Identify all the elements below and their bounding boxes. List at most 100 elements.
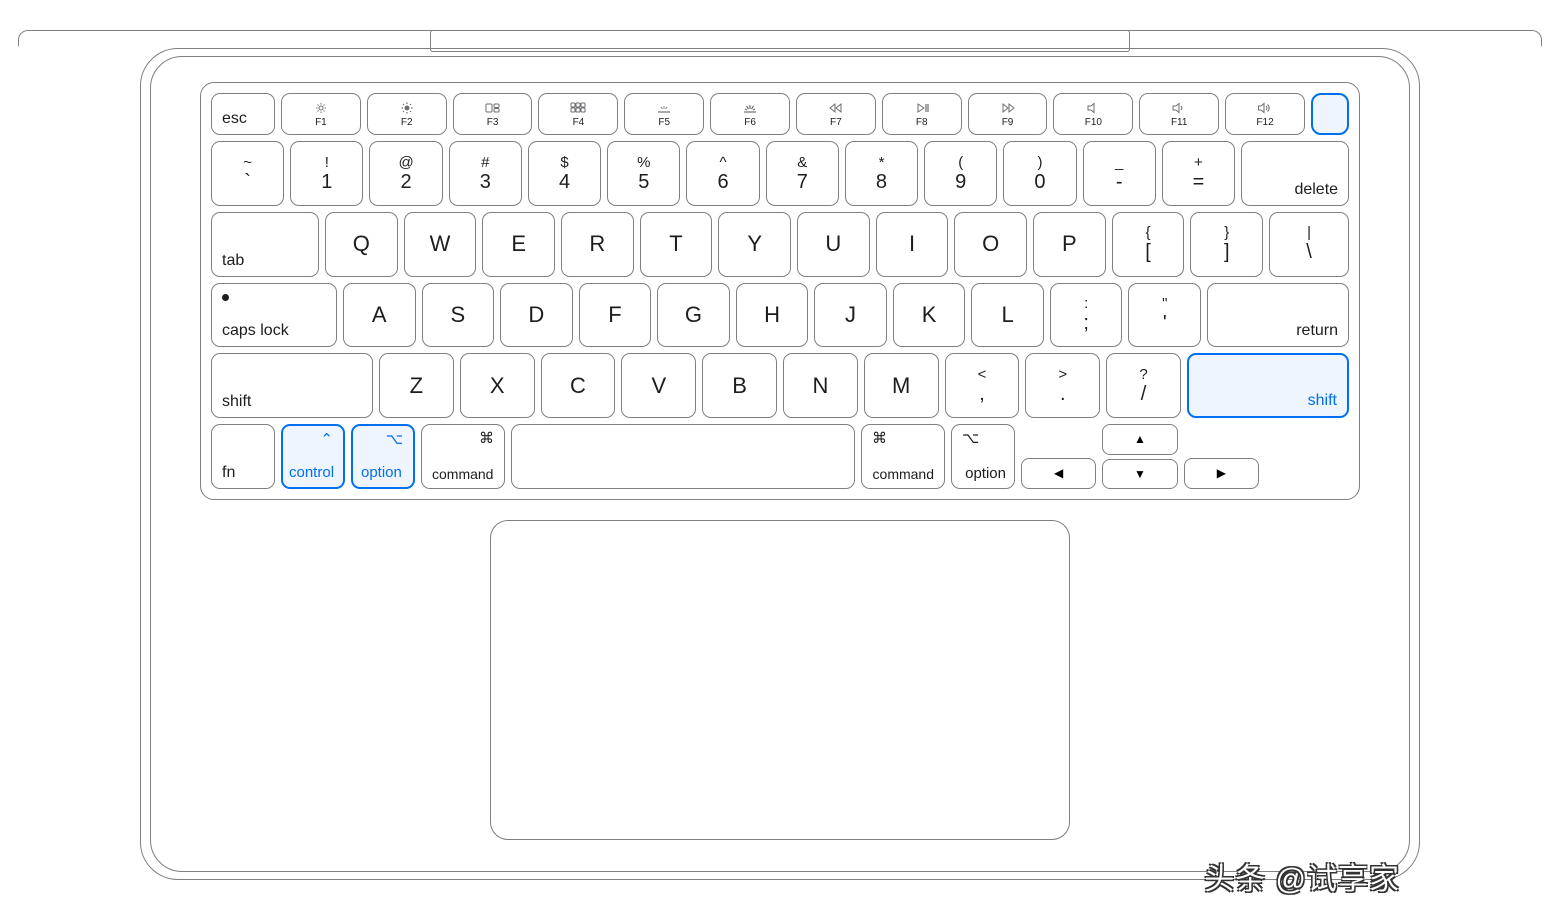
n-key[interactable]: N xyxy=(783,353,858,418)
brightness-up-icon xyxy=(399,101,415,115)
2-key[interactable]: @2 xyxy=(369,141,442,206)
w-key[interactable]: W xyxy=(404,212,477,277)
equals-key[interactable]: += xyxy=(1162,141,1235,206)
d-key[interactable]: D xyxy=(500,283,573,348)
keyboard-dim-icon xyxy=(656,101,672,115)
v-key[interactable]: V xyxy=(621,353,696,418)
fn-key[interactable]: fn xyxy=(211,424,275,489)
tab-key[interactable]: tab xyxy=(211,212,319,277)
option-icon: ⌥ xyxy=(386,430,403,448)
touchid-key[interactable] xyxy=(1311,93,1349,135)
return-key[interactable]: return xyxy=(1207,283,1349,348)
h-key[interactable]: H xyxy=(736,283,809,348)
s-key[interactable]: S xyxy=(422,283,495,348)
right-shift-key[interactable]: shift xyxy=(1187,353,1349,418)
5-key[interactable]: %5 xyxy=(607,141,680,206)
mission-control-icon xyxy=(485,101,501,115)
f10-key[interactable]: F10 xyxy=(1053,93,1133,135)
o-key[interactable]: O xyxy=(954,212,1027,277)
f4-key[interactable]: F4 xyxy=(538,93,618,135)
4-key[interactable]: $4 xyxy=(528,141,601,206)
launchpad-icon xyxy=(570,101,586,115)
number-row: ~` !1 @2 #3 $4 %5 ^6 &7 *8 (9 )0 _- += d… xyxy=(211,141,1349,206)
p-key[interactable]: P xyxy=(1033,212,1106,277)
control-icon: ⌃ xyxy=(320,430,333,448)
minus-key[interactable]: _- xyxy=(1083,141,1156,206)
7-key[interactable]: &7 xyxy=(766,141,839,206)
f5-key[interactable]: F5 xyxy=(624,93,704,135)
f2-key[interactable]: F2 xyxy=(367,93,447,135)
c-key[interactable]: C xyxy=(541,353,616,418)
f12-key[interactable]: F12 xyxy=(1225,93,1305,135)
arrow-cluster: ◀ ▲ ▼ ▶ xyxy=(1021,424,1259,489)
mute-icon xyxy=(1085,101,1101,115)
backslash-key[interactable]: |\ xyxy=(1269,212,1349,277)
r-key[interactable]: R xyxy=(561,212,634,277)
f9-key[interactable]: F9 xyxy=(968,93,1048,135)
t-key[interactable]: T xyxy=(640,212,713,277)
slash-key[interactable]: ?/ xyxy=(1106,353,1181,418)
b-key[interactable]: B xyxy=(702,353,777,418)
1-key[interactable]: !1 xyxy=(290,141,363,206)
keyboard-deck: esc F1 F2 F3 F4 F5 F6 F7 F8 F9 F10 F11 F… xyxy=(200,82,1360,500)
left-arrow-key[interactable]: ◀ xyxy=(1021,458,1096,489)
command-icon: ⌘ xyxy=(872,429,887,447)
l-key[interactable]: L xyxy=(971,283,1044,348)
a-key[interactable]: A xyxy=(343,283,416,348)
play-pause-icon xyxy=(914,101,930,115)
trackpad[interactable] xyxy=(490,520,1070,840)
g-key[interactable]: G xyxy=(657,283,730,348)
brightness-down-icon xyxy=(313,101,329,115)
right-command-key[interactable]: ⌘command xyxy=(861,424,945,489)
capslock-key[interactable]: caps lock xyxy=(211,283,337,348)
y-key[interactable]: Y xyxy=(718,212,791,277)
m-key[interactable]: M xyxy=(864,353,939,418)
left-command-key[interactable]: ⌘command xyxy=(421,424,505,489)
k-key[interactable]: K xyxy=(893,283,966,348)
space-key[interactable] xyxy=(511,424,855,489)
f7-key[interactable]: F7 xyxy=(796,93,876,135)
rbracket-key[interactable]: }] xyxy=(1190,212,1263,277)
comma-key[interactable]: <, xyxy=(945,353,1020,418)
left-option-key[interactable]: ⌥option xyxy=(351,424,415,489)
left-shift-key[interactable]: shift xyxy=(211,353,373,418)
e-key[interactable]: E xyxy=(482,212,555,277)
up-arrow-key[interactable]: ▲ xyxy=(1102,424,1177,454)
f8-key[interactable]: F8 xyxy=(882,93,962,135)
volume-down-icon xyxy=(1171,101,1187,115)
semicolon-key[interactable]: :; xyxy=(1050,283,1123,348)
x-key[interactable]: X xyxy=(460,353,535,418)
period-key[interactable]: >. xyxy=(1025,353,1100,418)
u-key[interactable]: U xyxy=(797,212,870,277)
j-key[interactable]: J xyxy=(814,283,887,348)
delete-key[interactable]: delete xyxy=(1241,141,1349,206)
grave-key[interactable]: ~` xyxy=(211,141,284,206)
shift-row: shift Z X C V B N M <, >. ?/ shift xyxy=(211,353,1349,418)
f3-key[interactable]: F3 xyxy=(453,93,533,135)
qwerty-row: tab Q W E R T Y U I O P {[ }] |\ xyxy=(211,212,1349,277)
volume-up-icon xyxy=(1257,101,1273,115)
6-key[interactable]: ^6 xyxy=(686,141,759,206)
home-row: caps lock A S D F G H J K L :; "' return xyxy=(211,283,1349,348)
keyboard-bright-icon xyxy=(742,101,758,115)
quote-key[interactable]: "' xyxy=(1128,283,1201,348)
lbracket-key[interactable]: {[ xyxy=(1112,212,1185,277)
f-key[interactable]: F xyxy=(579,283,652,348)
right-arrow-key[interactable]: ▶ xyxy=(1184,458,1259,489)
i-key[interactable]: I xyxy=(876,212,949,277)
8-key[interactable]: *8 xyxy=(845,141,918,206)
f1-key[interactable]: F1 xyxy=(281,93,361,135)
esc-key[interactable]: esc xyxy=(211,93,275,135)
function-row: esc F1 F2 F3 F4 F5 F6 F7 F8 F9 F10 F11 F… xyxy=(211,93,1349,135)
f6-key[interactable]: F6 xyxy=(710,93,790,135)
z-key[interactable]: Z xyxy=(379,353,454,418)
q-key[interactable]: Q xyxy=(325,212,398,277)
control-key[interactable]: ⌃control xyxy=(281,424,345,489)
3-key[interactable]: #3 xyxy=(449,141,522,206)
forward-icon xyxy=(1000,101,1016,115)
0-key[interactable]: )0 xyxy=(1003,141,1076,206)
9-key[interactable]: (9 xyxy=(924,141,997,206)
down-arrow-key[interactable]: ▼ xyxy=(1102,459,1177,489)
right-option-key[interactable]: ⌥option xyxy=(951,424,1015,489)
f11-key[interactable]: F11 xyxy=(1139,93,1219,135)
